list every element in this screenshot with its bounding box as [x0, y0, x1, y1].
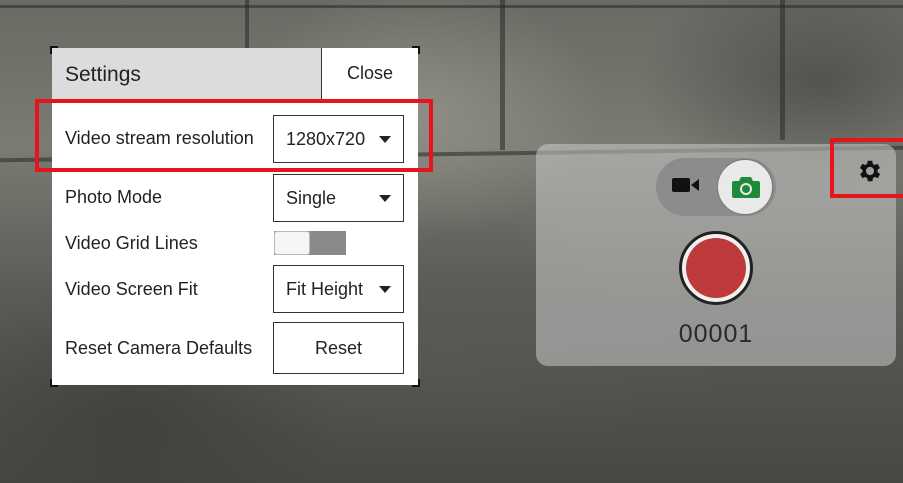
screen-fit-value: Fit Height — [286, 279, 364, 299]
panel-corner-mark — [50, 379, 58, 387]
panel-corner-mark — [412, 379, 420, 387]
reset-button[interactable]: Reset — [273, 322, 404, 374]
wall-mortar-line — [500, 0, 505, 150]
wall-mortar-line — [0, 5, 903, 8]
grid-lines-toggle[interactable] — [274, 231, 346, 255]
shutter-inner — [686, 238, 746, 298]
mode-toggle — [656, 158, 776, 216]
photo-mode-value: Single — [286, 188, 337, 208]
caret-down-icon — [379, 195, 391, 202]
highlight-box — [830, 138, 903, 198]
caret-down-icon — [379, 286, 391, 293]
video-camera-icon[interactable] — [672, 176, 700, 199]
wall-mortar-line — [780, 0, 785, 140]
photo-mode-select[interactable]: Single — [273, 174, 404, 222]
photo-mode-button[interactable] — [717, 159, 773, 215]
grid-lines-label: Video Grid Lines — [65, 233, 198, 253]
close-button[interactable]: Close — [321, 48, 418, 100]
photo-mode-label: Photo Mode — [65, 187, 163, 207]
screen-fit-label: Video Screen Fit — [65, 279, 198, 299]
settings-title: Settings — [65, 63, 141, 86]
capture-counter: 00001 — [678, 320, 754, 348]
toggle-knob — [274, 231, 310, 255]
photo-camera-icon — [732, 177, 760, 198]
reset-defaults-label: Reset Camera Defaults — [65, 338, 253, 358]
screen-fit-select[interactable]: Fit Height — [273, 265, 404, 313]
shutter-button[interactable] — [679, 231, 753, 305]
settings-header: Settings Close — [52, 48, 418, 100]
highlight-box — [35, 99, 433, 172]
